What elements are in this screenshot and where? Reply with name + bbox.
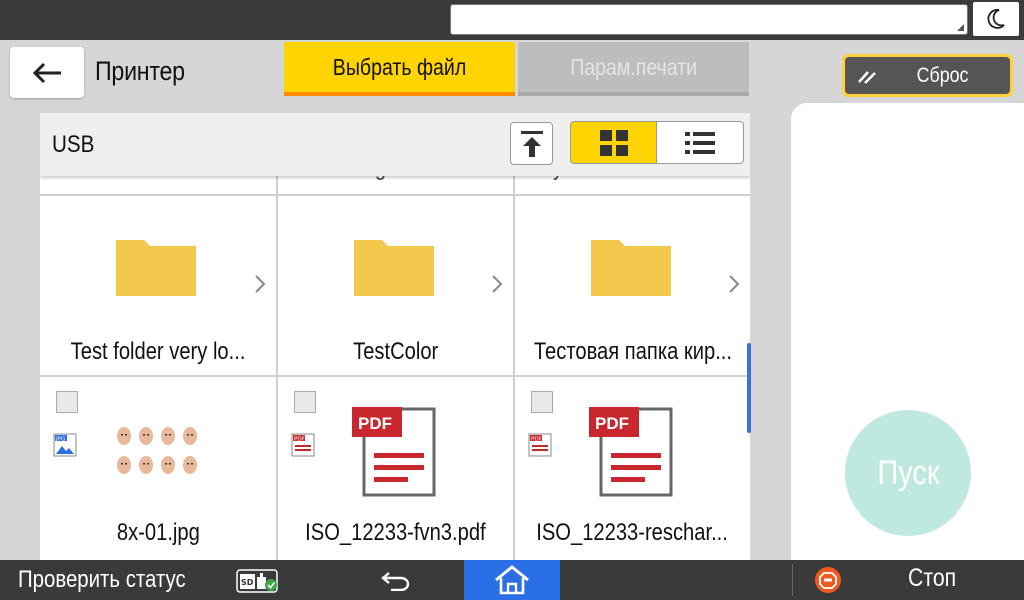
upload-arrow-icon — [520, 130, 543, 157]
grid-view-button[interactable] — [570, 121, 657, 164]
system-bar: Проверить статус SD Стоп — [0, 560, 1024, 600]
image-file-icon: JPG — [53, 433, 77, 457]
current-path: USB — [52, 131, 95, 158]
file-checkbox[interactable] — [294, 391, 316, 413]
chevron-right-icon — [729, 275, 740, 293]
file-item[interactable]: PDF PDF ISO_12233-reschar... — [515, 377, 750, 560]
sd-card-icon[interactable]: SD — [236, 568, 280, 594]
page-title: Принтер — [95, 56, 185, 86]
home-button[interactable] — [464, 560, 560, 600]
svg-text:PDF: PDF — [294, 437, 305, 443]
folder-item[interactable]: Test folder very lo... — [40, 196, 276, 375]
pdf-file-icon: PDF — [528, 433, 552, 457]
chevron-right-icon — [255, 275, 266, 293]
home-icon — [495, 565, 529, 595]
up-folder-button[interactable] — [510, 122, 553, 165]
browser-toolbar: USB — [40, 113, 750, 176]
file-item[interactable]: JPG 8x-01.jpg — [40, 377, 276, 560]
file-name: ISO_12233-reschar... — [536, 519, 729, 546]
start-button[interactable]: Пуск — [845, 410, 971, 536]
file-name: 8x-01.jpg — [116, 519, 200, 546]
photo-thumbnail — [117, 427, 197, 474]
svg-text:PDF: PDF — [531, 437, 542, 443]
folder-icon — [591, 240, 671, 296]
file-item[interactable]: PDF PDF ISO_12233-fvn3.pdf — [278, 377, 513, 560]
file-name: ISO_12233-fvn3.pdf — [305, 519, 486, 546]
svg-text:JPG: JPG — [55, 437, 65, 443]
scrollbar[interactable] — [747, 343, 751, 433]
reset-icon — [858, 70, 876, 84]
file-checkbox[interactable] — [531, 391, 553, 413]
folder-icon — [116, 240, 196, 296]
nav-back-button[interactable] — [366, 560, 426, 600]
pdf-thumbnail: PDF — [352, 407, 436, 497]
folder-name: TestColor — [352, 338, 439, 365]
status-bar — [0, 0, 1024, 40]
arrow-left-icon — [32, 62, 61, 83]
folder-item[interactable]: TestColor — [278, 196, 513, 375]
folder-icon — [354, 240, 434, 296]
list-icon — [685, 131, 715, 154]
pdf-file-icon: PDF — [291, 433, 315, 457]
list-view-button[interactable] — [657, 121, 744, 164]
energy-saver-button[interactable] — [973, 2, 1019, 36]
tab-print-settings[interactable]: Парам.печати — [518, 42, 749, 96]
folder-name: Test folder very lo... — [70, 338, 246, 365]
chevron-right-icon — [492, 275, 503, 293]
folder-name: Тестовая папка кир... — [533, 338, 733, 365]
reset-button[interactable]: Сброс — [842, 54, 1013, 97]
file-browser: USB Printers Samsung 9001 5X ... — [40, 113, 750, 560]
svg-text:PDF: PDF — [358, 414, 392, 433]
folder-item[interactable]: Тестовая папка кир... — [515, 196, 750, 375]
return-arrow-icon — [381, 572, 410, 591]
check-status-button[interactable]: Проверить статус — [0, 560, 230, 600]
svg-text:PDF: PDF — [595, 414, 629, 433]
pdf-thumbnail: PDF — [589, 407, 673, 497]
grid-icon — [599, 129, 628, 156]
file-checkbox[interactable] — [56, 391, 78, 413]
message-field[interactable] — [450, 4, 968, 35]
tab-select-file[interactable]: Выбрать файл — [284, 42, 515, 96]
back-button[interactable] — [10, 47, 84, 98]
stop-icon[interactable] — [814, 566, 842, 594]
reset-label: Сброс — [916, 63, 969, 87]
moon-icon — [987, 9, 1005, 29]
stop-button[interactable]: Стоп — [908, 564, 965, 593]
svg-text:SD: SD — [241, 578, 254, 587]
